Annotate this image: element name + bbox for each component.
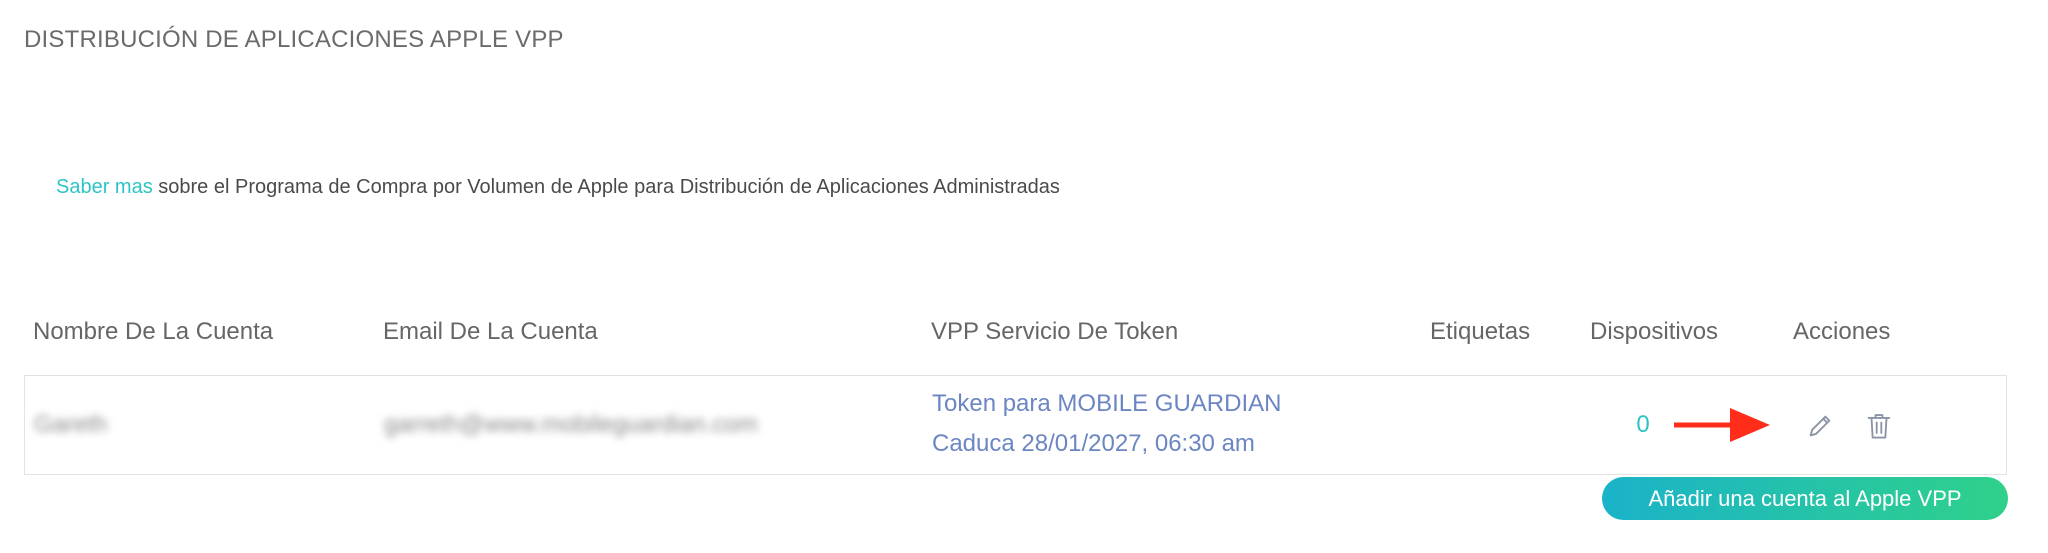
learn-more-link[interactable]: Saber mas xyxy=(56,176,153,198)
header-token-service: VPP Servicio De Token xyxy=(931,318,1179,345)
page-title: DISTRIBUCIÓN DE APLICACIONES APPLE VPP xyxy=(24,26,564,53)
info-line: Saber mas sobre el Programa de Compra po… xyxy=(56,176,1060,199)
info-text: sobre el Programa de Compra por Volumen … xyxy=(152,176,1060,198)
header-devices: Dispositivos xyxy=(1590,318,1719,345)
header-account-email: Email De La Cuenta xyxy=(383,318,598,345)
header-tags: Etiquetas xyxy=(1430,318,1531,345)
token-name: Token para MOBILE GUARDIAN xyxy=(932,390,1282,417)
annotation-arrow xyxy=(1674,408,1770,442)
trash-icon[interactable] xyxy=(1865,411,1893,441)
devices-count[interactable]: 0 xyxy=(1613,411,1673,439)
add-vpp-account-button[interactable]: Añadir una cuenta al Apple VPP xyxy=(1602,477,2008,520)
pencil-icon[interactable] xyxy=(1806,412,1834,440)
account-name-cell: Gareth xyxy=(34,411,108,438)
header-account-name: Nombre De La Cuenta xyxy=(33,318,274,345)
token-cell: Token para MOBILE GUARDIAN Caduca 28/01/… xyxy=(932,384,1281,464)
account-email-cell: garreth@www.mobileguardian.com xyxy=(384,411,758,438)
token-expiry: Caduca 28/01/2027, 06:30 am xyxy=(932,430,1255,457)
header-actions: Acciones xyxy=(1793,318,1891,345)
